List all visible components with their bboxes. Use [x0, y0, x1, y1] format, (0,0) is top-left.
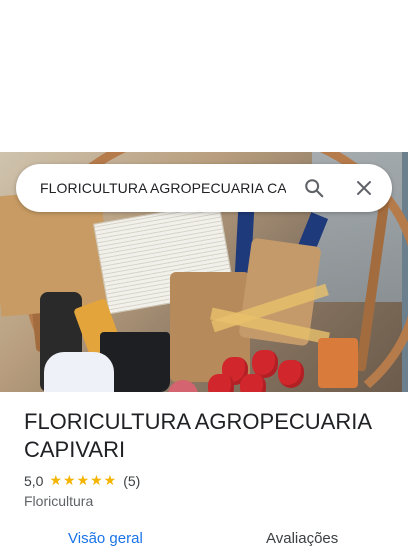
blank-area	[0, 0, 408, 152]
rating-row[interactable]: 5,0 ★★★★★ (5)	[24, 472, 140, 489]
strawberry	[278, 360, 304, 388]
place-category[interactable]: Floricultura	[24, 493, 93, 509]
milk-bottle	[44, 352, 114, 392]
strawberry	[208, 374, 234, 392]
close-icon[interactable]	[348, 172, 380, 204]
strawberry	[240, 374, 266, 392]
search-icon[interactable]	[298, 172, 330, 204]
star-icon: ★★★★★	[49, 472, 118, 488]
review-count[interactable]: (5)	[123, 473, 140, 489]
jar	[318, 338, 358, 388]
place-title: FLORICULTURA AGROPECUARIA CAPIVARI	[24, 409, 371, 462]
search-input[interactable]: FLORICULTURA AGROPECUARIA CAPIVARI	[40, 180, 286, 196]
rating-value: 5,0	[24, 472, 44, 489]
place-info: FLORICULTURA AGROPECUARIA CAPIVARI 5,0 ★…	[0, 392, 408, 547]
search-box[interactable]: FLORICULTURA AGROPECUARIA CAPIVARI	[16, 164, 392, 212]
tab-bar: Visão geral Avaliações	[0, 530, 408, 550]
tab-reviews[interactable]: Avaliações	[266, 530, 338, 547]
tab-overview[interactable]: Visão geral	[68, 530, 143, 547]
